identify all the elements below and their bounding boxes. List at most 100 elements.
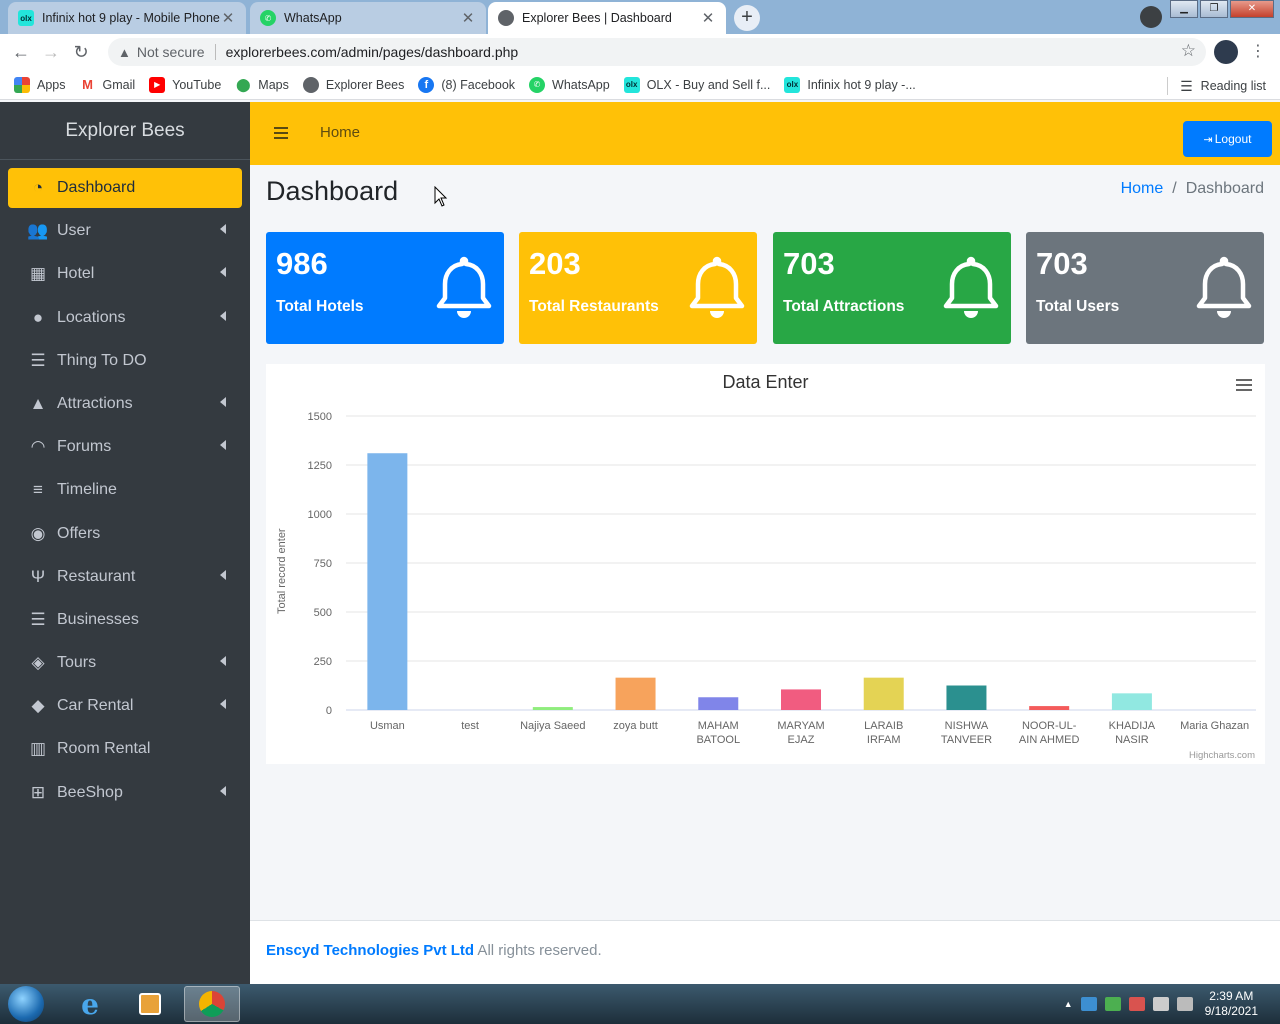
bookmark-star-icon[interactable]: ☆ <box>1181 41 1196 61</box>
maximize-button[interactable]: ❐ <box>1200 0 1228 18</box>
brand-title[interactable]: Explorer Bees <box>0 102 250 160</box>
tray-expand-icon[interactable]: ▲ <box>1064 999 1073 1009</box>
security-shield-icon[interactable] <box>1104 997 1121 1011</box>
network-app-icon[interactable] <box>1080 997 1097 1011</box>
bookmark-infinix[interactable]: olx Infinix hot 9 play -... <box>784 76 916 93</box>
url-text[interactable]: explorerbees.com/admin/pages/dashboard.p… <box>226 44 519 60</box>
users-icon: 👥 <box>27 221 49 240</box>
sidebar-item-user[interactable]: 👥 User <box>8 211 242 251</box>
sidebar-item-hotel[interactable]: ▦ Hotel <box>8 254 242 294</box>
sidebar-item-label: Locations <box>57 309 126 326</box>
map-marker-icon: ● <box>32 308 44 327</box>
tab-whatsapp[interactable]: ✆ WhatsApp ✕ <box>250 2 486 34</box>
bookmark-facebook[interactable]: f (8) Facebook <box>418 76 515 93</box>
bar-khadija-nasir[interactable] <box>1111 693 1152 710</box>
x-tick-label: Najiya Saeed <box>520 720 585 732</box>
hamburger-menu-icon[interactable] <box>274 127 288 142</box>
close-tab-icon[interactable]: ✕ <box>220 9 236 27</box>
bar-nishwa-tanveer[interactable] <box>946 685 987 711</box>
tab-search-icon[interactable] <box>1140 6 1162 28</box>
sidebar-item-offers[interactable]: ◉ Offers <box>8 514 242 554</box>
y-tick-label: 250 <box>314 656 332 668</box>
bookmark-whatsapp[interactable]: ✆ WhatsApp <box>529 76 610 93</box>
address-bar[interactable]: ▲ Not secure explorerbees.com/admin/page… <box>108 38 1206 66</box>
sidebar-item-businesses[interactable]: ☰ Businesses <box>8 600 242 640</box>
top-navbar: Home ⇥ Logout <box>250 102 1280 165</box>
close-tab-icon[interactable]: ✕ <box>460 9 476 27</box>
bookmark-maps[interactable]: ⬤ Maps <box>235 76 289 93</box>
stat-box-users[interactable]: 703 Total Users <box>1026 232 1264 344</box>
x-tick-label: IRFAM <box>867 734 901 746</box>
sidebar-item-label: Offers <box>57 525 101 542</box>
bar-najiya-saeed[interactable] <box>532 707 573 710</box>
sidebar-item-tours[interactable]: ◈ Tours <box>8 643 242 683</box>
clock[interactable]: 2:39 AM 9/18/2021 <box>1205 989 1258 1019</box>
bookmark-olx[interactable]: olx OLX - Buy and Sell f... <box>623 76 770 93</box>
new-tab-button[interactable]: + <box>734 5 760 31</box>
tab-title: WhatsApp <box>284 11 342 25</box>
sidebar-item-timeline[interactable]: ≡ Timeline <box>8 470 242 510</box>
close-tab-icon[interactable]: ✕ <box>700 9 716 27</box>
internet-explorer-taskbar-icon[interactable]: e <box>62 986 118 1022</box>
chevron-left-icon <box>220 786 226 796</box>
bookmark-apps[interactable]: Apps <box>14 76 66 93</box>
tab-explorer-bees[interactable]: Explorer Bees | Dashboard ✕ <box>488 2 726 34</box>
sidebar-item-label: Forums <box>57 438 112 455</box>
bookmark-gmail[interactable]: M Gmail <box>79 76 135 93</box>
bar-usman[interactable] <box>367 453 408 710</box>
browser-menu-icon[interactable]: ⋮ <box>1250 41 1266 61</box>
sidebar-item-locations[interactable]: ● Locations <box>8 298 242 338</box>
bar-maryam-ejaz[interactable] <box>781 689 821 710</box>
volume-muted-icon[interactable] <box>1176 997 1193 1011</box>
stat-box-restaurants[interactable]: 203 Total Restaurants <box>519 232 757 344</box>
x-tick-label: NASIR <box>1115 734 1149 746</box>
bar-laraib-irfam[interactable] <box>863 677 904 710</box>
sidebar-item-dashboard[interactable]: ◔ Dashboard <box>8 168 242 208</box>
bookmark-youtube[interactable]: ▶ YouTube <box>149 76 221 93</box>
utensils-icon: Ψ <box>30 567 46 586</box>
bar-zoya-butt[interactable] <box>615 677 656 710</box>
sidebar-item-restaurant[interactable]: Ψ Restaurant <box>8 557 242 597</box>
bar-noor-ul-ain-ahmed[interactable] <box>1029 706 1070 710</box>
forward-arrow-icon[interactable]: → <box>36 42 66 63</box>
stat-box-hotels[interactable]: 986 Total Hotels <box>266 232 504 344</box>
start-button[interactable] <box>8 986 44 1022</box>
reload-icon[interactable]: ↻ <box>66 42 96 63</box>
sidebar-item-room-rental[interactable]: ▥ Room Rental <box>8 729 242 769</box>
sidebar-item-label: Dashboard <box>57 179 136 196</box>
footer-company-link[interactable]: Enscyd Technologies Pvt Ltd <box>266 942 474 959</box>
sidebar-item-forums[interactable]: ◠ Forums <box>8 427 242 467</box>
sidebar-item-beeshop[interactable]: ⊞ BeeShop <box>8 773 242 813</box>
minimize-button[interactable]: ▁ <box>1170 0 1198 18</box>
chart-credits-link[interactable]: Highcharts.com <box>1189 750 1255 761</box>
sidebar-item-attractions[interactable]: ▲ Attractions <box>8 384 242 424</box>
breadcrumb-current: Dashboard <box>1185 180 1264 197</box>
media-player-taskbar-icon[interactable] <box>122 986 178 1022</box>
profile-avatar[interactable] <box>1214 40 1238 64</box>
youtube-icon: ▶ <box>149 76 166 93</box>
security-label[interactable]: Not secure <box>137 44 205 60</box>
bookmark-explorer-bees[interactable]: Explorer Bees <box>302 76 404 93</box>
reading-list-button[interactable]: ☰ Reading list <box>1167 77 1266 95</box>
flag-icon[interactable] <box>1128 997 1145 1011</box>
media-player-icon <box>139 993 161 1015</box>
reading-list-icon: ☰ <box>1180 77 1193 94</box>
cart-icon: ⊞ <box>30 783 46 802</box>
sidebar-item-thing-to-do[interactable]: ☰ Thing To DO <box>8 341 242 381</box>
chrome-taskbar-icon[interactable] <box>184 986 240 1022</box>
sidebar-item-car-rental[interactable]: ◆ Car Rental <box>8 686 242 726</box>
window-close-button[interactable]: ✕ <box>1230 0 1274 18</box>
logout-button[interactable]: ⇥ Logout <box>1183 121 1272 157</box>
back-arrow-icon[interactable]: ← <box>6 42 36 63</box>
car-icon: ◆ <box>31 696 45 715</box>
signal-icon[interactable] <box>1152 997 1169 1011</box>
warning-icon[interactable]: ▲ <box>118 45 131 60</box>
nav-home-link[interactable]: Home <box>320 124 360 141</box>
stat-label: Total Restaurants <box>529 298 659 315</box>
chart-context-menu-icon[interactable] <box>1236 379 1252 394</box>
stat-label: Total Attractions <box>783 298 905 315</box>
breadcrumb-home-link[interactable]: Home <box>1121 180 1164 198</box>
bar-maham-batool[interactable] <box>698 697 739 710</box>
tab-infinix[interactable]: olx Infinix hot 9 play - Mobile Phone ✕ <box>8 2 246 34</box>
stat-box-attractions[interactable]: 703 Total Attractions <box>773 232 1011 344</box>
